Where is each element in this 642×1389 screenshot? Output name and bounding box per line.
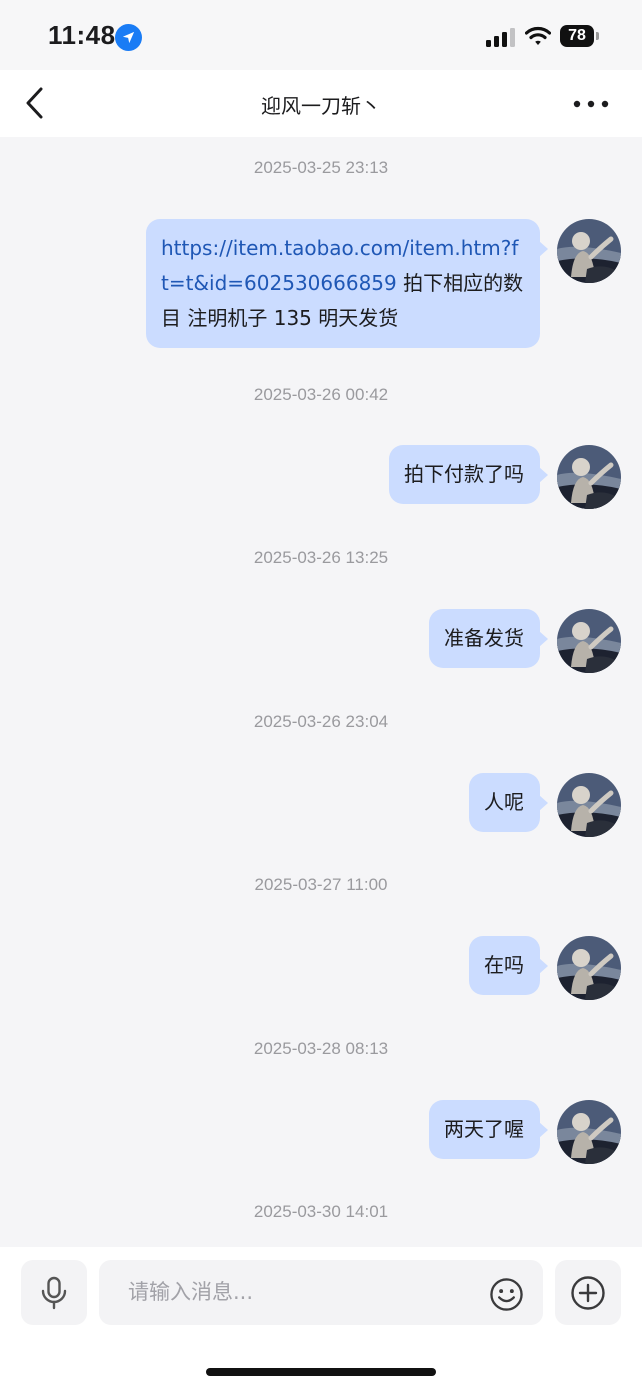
avatar-image: [557, 773, 621, 837]
avatar-image: [557, 445, 621, 509]
status-time: 11:48: [48, 20, 116, 50]
message-bubble[interactable]: https://item.taobao.com/item.htm?ft=t&id…: [146, 219, 548, 348]
avatar[interactable]: [557, 219, 621, 283]
microphone-icon: [41, 1276, 67, 1309]
more-actions-button[interactable]: [555, 1260, 621, 1325]
message-timestamp: 2025-03-27 11:00: [254, 875, 388, 894]
home-indicator: [206, 1368, 436, 1376]
avatar-image: [557, 1100, 621, 1164]
battery-level: 78: [560, 25, 594, 47]
message-text: 人呢: [484, 790, 524, 814]
chat-title: 迎风一刀斩丶: [261, 94, 381, 118]
avatar-image: [557, 609, 621, 673]
avatar-image: [557, 936, 621, 1000]
avatar[interactable]: [557, 1100, 621, 1164]
message-list[interactable]: 2025-03-25 23:13 https://item.taobao.com…: [0, 137, 642, 1247]
smiley-icon[interactable]: [489, 1277, 524, 1312]
ellipsis-icon[interactable]: [571, 92, 611, 116]
message-timestamp: 2025-03-26 23:04: [253, 712, 389, 731]
cellular-signal-icon: [486, 28, 515, 47]
message-bubble[interactable]: 在吗: [469, 936, 548, 995]
message-text: 拍下付款了吗: [404, 462, 524, 486]
status-bar: 11:48 78: [0, 0, 642, 70]
message-timestamp: 2025-03-30 14:01: [253, 1202, 389, 1221]
voice-button[interactable]: [21, 1260, 87, 1325]
message-bubble[interactable]: 人呢: [469, 773, 548, 832]
avatar[interactable]: [557, 773, 621, 837]
message-text: 准备发货: [444, 626, 524, 650]
battery-tip: [596, 32, 599, 40]
input-bar: 请输入消息...: [0, 1247, 642, 1389]
avatar[interactable]: [557, 445, 621, 509]
avatar[interactable]: [557, 609, 621, 673]
message-text: 两天了喔: [444, 1117, 524, 1141]
location-arrow-icon: [115, 24, 142, 51]
message-bubble[interactable]: 两天了喔: [429, 1100, 548, 1159]
message-bubble[interactable]: 拍下付款了吗: [389, 445, 548, 504]
message-input[interactable]: 请输入消息...: [99, 1260, 543, 1325]
message-text: 在吗: [484, 953, 524, 977]
avatar[interactable]: [557, 936, 621, 1000]
message-timestamp: 2025-03-26 00:42: [253, 385, 389, 404]
chat-header: 迎风一刀斩丶: [0, 70, 642, 137]
message-timestamp: 2025-03-28 08:13: [253, 1039, 389, 1058]
wifi-icon: [525, 26, 551, 45]
battery-icon: 78: [560, 25, 600, 47]
message-timestamp: 2025-03-26 13:25: [253, 548, 389, 567]
plus-circle-icon: [571, 1275, 605, 1310]
avatar-image: [557, 219, 621, 283]
message-timestamp: 2025-03-25 23:13: [253, 158, 389, 177]
message-bubble[interactable]: 准备发货: [429, 609, 548, 668]
